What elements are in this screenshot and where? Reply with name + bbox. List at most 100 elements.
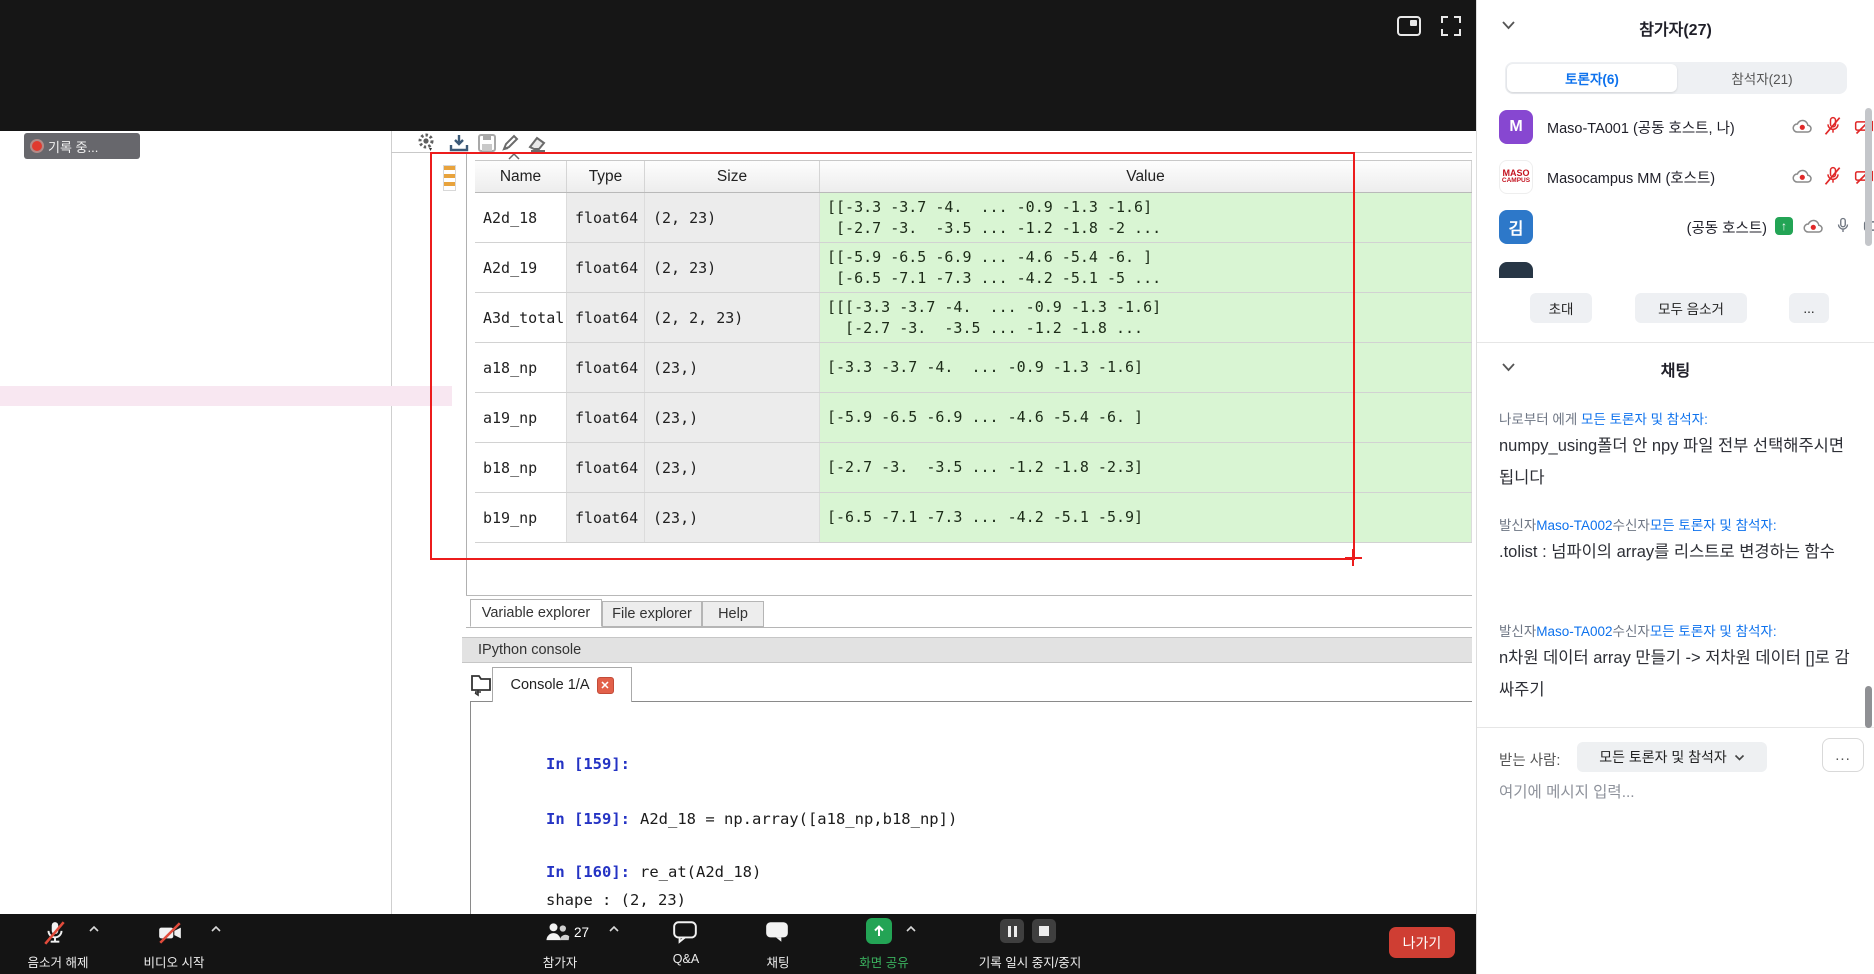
mute-all-button[interactable]: 모두 음소거	[1635, 293, 1747, 323]
variable-type: float64	[567, 293, 645, 342]
save-icon[interactable]	[476, 133, 498, 153]
participant-name: Maso-TA001 (공동 호스트, 나)	[1547, 117, 1735, 138]
recipient-name: 모든 토론자 및 참석자:	[1650, 624, 1777, 639]
shared-screen-top-bar	[0, 0, 1476, 131]
participants-button[interactable]: 참가자	[543, 952, 578, 971]
variable-row[interactable]: A2d_18 float64 (2, 23) [[-3.3 -3.7 -4. .…	[475, 193, 1472, 243]
variable-row[interactable]: b19_np float64 (23,) [-6.5 -7.1 -7.3 ...…	[475, 493, 1472, 543]
column-header-size[interactable]: Size	[645, 161, 820, 192]
chat-message-input[interactable]: 여기에 메시지 입력...	[1499, 780, 1839, 802]
pane-scroll-handle[interactable]	[443, 165, 456, 191]
erase-icon[interactable]	[526, 133, 548, 153]
console-line: In [159]:A2d_18 = np.array([a18_np,b18_n…	[490, 792, 957, 846]
recording-badge-label: 기록 중...	[48, 137, 98, 156]
participant-row[interactable]: MASO CAMPUS Masocampus MM (호스트)	[1477, 160, 1874, 204]
stop-recording-icon[interactable]	[1032, 919, 1056, 943]
variable-size: (23,)	[645, 493, 820, 542]
avatar: M	[1499, 110, 1533, 144]
import-data-icon[interactable]	[448, 133, 470, 153]
tab-attendees[interactable]: 참석자(21)	[1679, 64, 1845, 92]
column-header-name[interactable]: Name	[475, 161, 567, 192]
variable-value: [[[-3.3 -3.7 -4. ... -0.9 -1.3 -1.6] [-2…	[820, 293, 1472, 342]
column-header-value[interactable]: Value	[820, 161, 1472, 192]
participant-row[interactable]: 김 (공동 호스트) ↑	[1477, 210, 1874, 254]
variable-value: [[-3.3 -3.7 -4. ... -0.9 -1.3 -1.6] [-2.…	[820, 193, 1472, 242]
participants-panel-title: 참가자(27)	[1477, 16, 1874, 40]
pause-recording-icon[interactable]	[1000, 919, 1024, 943]
mic-muted-icon[interactable]	[1823, 116, 1843, 136]
video-options-caret-icon[interactable]	[210, 925, 222, 933]
chat-message-header: 발신자Maso-TA002수신자모든 토론자 및 참석자:	[1499, 620, 1851, 640]
meeting-toolbar: 음소거 해제 비디오 시작 27 참가자	[0, 914, 1476, 974]
sender-name: Maso-TA002	[1536, 518, 1612, 533]
value-line: [-2.7 -3. -3.5 ... -1.2 -1.8 -2.3]	[820, 457, 1471, 478]
view-layout-icon[interactable]	[1396, 14, 1422, 38]
variable-type: float64	[567, 493, 645, 542]
avatar-masocampus-logo: MASO CAMPUS	[1499, 160, 1533, 194]
share-caret-icon[interactable]	[905, 925, 917, 933]
variable-name: a19_np	[475, 393, 567, 442]
ipython-console-title: IPython console	[462, 642, 581, 658]
tab-panelists[interactable]: 토론자(6)	[1507, 64, 1677, 92]
tabbar-bottom-border	[466, 627, 1472, 628]
variable-row[interactable]: A2d_19 float64 (2, 23) [[-5.9 -6.5 -6.9 …	[475, 243, 1472, 293]
video-off-icon[interactable]	[156, 920, 184, 946]
chat-icon[interactable]	[764, 919, 790, 945]
variable-value: [-3.3 -3.7 -4. ... -0.9 -1.3 -1.6]	[820, 343, 1472, 392]
settings-icon[interactable]	[416, 133, 438, 153]
tab-variable-explorer[interactable]: Variable explorer	[470, 599, 602, 627]
mic-muted-icon[interactable]	[1823, 166, 1843, 186]
variable-type: float64	[567, 393, 645, 442]
invite-button[interactable]: 초대	[1530, 293, 1592, 323]
participants-icon[interactable]	[543, 919, 571, 945]
tab-help[interactable]: Help	[702, 601, 764, 627]
mute-options-caret-icon[interactable]	[88, 925, 100, 933]
recording-dot-icon	[32, 141, 42, 151]
variable-row[interactable]: A3d_total float64 (2, 2, 23) [[[-3.3 -3.…	[475, 293, 1472, 343]
mic-on-icon[interactable]	[1834, 216, 1852, 236]
variable-row[interactable]: a18_np float64 (23,) [-3.3 -3.7 -4. ... …	[475, 343, 1472, 393]
more-options-button[interactable]: ...	[1789, 293, 1829, 323]
tab-file-explorer[interactable]: File explorer	[602, 601, 702, 627]
recipient-label: 수신자	[1613, 518, 1650, 533]
sender-label: 발신자	[1499, 624, 1536, 639]
variable-type: float64	[567, 443, 645, 492]
leave-button[interactable]: 나가기	[1389, 927, 1455, 958]
recipient-name: 모든 토론자 및 참석자:	[1650, 518, 1777, 533]
participant-row[interactable]: M Maso-TA001 (공동 호스트, 나)	[1477, 110, 1874, 154]
variable-size: (2, 2, 23)	[645, 293, 820, 342]
pane-divider	[391, 131, 392, 914]
fullscreen-icon[interactable]	[1438, 14, 1464, 38]
microphone-muted-icon[interactable]	[42, 919, 68, 947]
recipient-label: 수신자	[1613, 624, 1650, 639]
sender-label: 발신자	[1499, 518, 1536, 533]
qa-icon[interactable]	[672, 919, 698, 945]
participants-scrollbar[interactable]	[1865, 108, 1872, 246]
share-screen-button[interactable]: 화면 공유	[859, 952, 908, 971]
console-line: In [159]:	[490, 737, 640, 791]
participants-caret-icon[interactable]	[608, 925, 620, 933]
start-video-button[interactable]: 비디오 시작	[144, 952, 205, 971]
chat-scrollbar[interactable]	[1865, 686, 1872, 728]
column-header-type[interactable]: Type	[567, 161, 645, 192]
recipient-selector[interactable]: 모든 토론자 및 참석자	[1577, 742, 1767, 772]
variable-row[interactable]: b18_np float64 (23,) [-2.7 -3. -3.5 ... …	[475, 443, 1472, 493]
chat-more-button[interactable]: ...	[1822, 738, 1864, 772]
record-controls-label: 기록 일시 중지/중지	[979, 952, 1081, 971]
console-tab[interactable]: Console 1/A ✕	[492, 667, 632, 702]
mute-button[interactable]: 음소거 해제	[28, 952, 89, 971]
variable-name: A2d_18	[475, 193, 567, 242]
qa-button[interactable]: Q&A	[673, 952, 699, 966]
sender-label: 나로부터 에게	[1499, 412, 1581, 427]
chat-message-body: .tolist : 넘파이의 array를 리스트로 변경하는 함수	[1499, 536, 1851, 568]
share-screen-icon[interactable]	[866, 918, 892, 944]
variable-row[interactable]: a19_np float64 (23,) [-5.9 -6.5 -6.9 ...…	[475, 393, 1472, 443]
participant-name: Masocampus MM (호스트)	[1547, 167, 1715, 188]
console-browse-icon[interactable]	[470, 671, 492, 697]
chat-button[interactable]: 채팅	[766, 952, 789, 971]
console-close-icon[interactable]: ✕	[597, 677, 614, 694]
variable-size: (2, 23)	[645, 193, 820, 242]
chat-message-header: 나로부터 에게 모든 토론자 및 참석자:	[1499, 408, 1851, 428]
edit-icon[interactable]	[500, 133, 522, 153]
variable-value: [[-5.9 -6.5 -6.9 ... -4.6 -5.4 -6. ] [-6…	[820, 243, 1472, 292]
